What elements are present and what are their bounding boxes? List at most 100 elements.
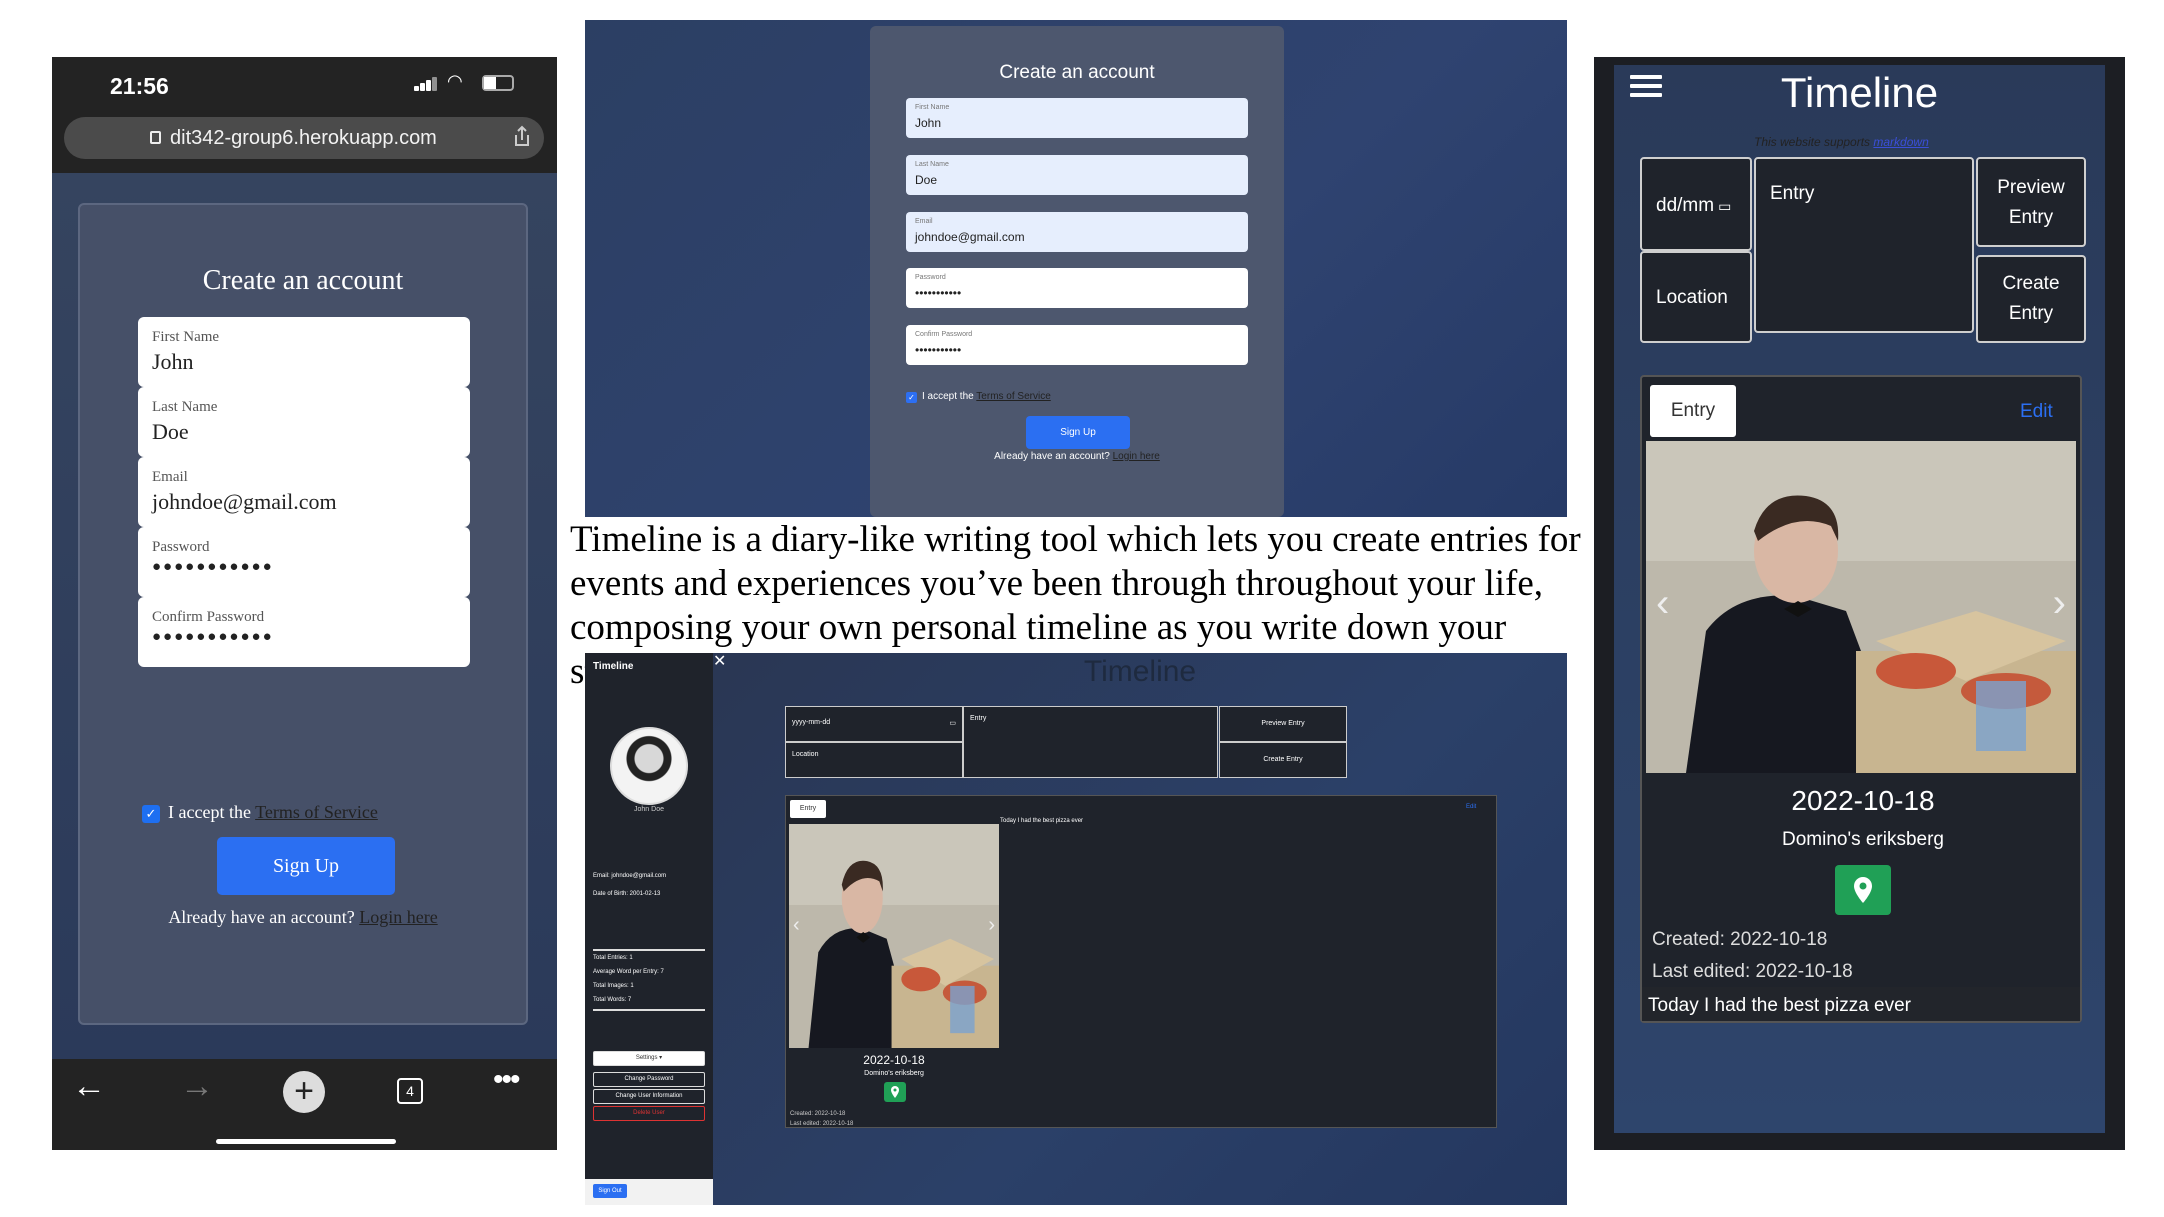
date-placeholder: dd/mm bbox=[1656, 195, 1715, 216]
terms-link[interactable]: Terms of Service bbox=[255, 802, 378, 822]
sidebar: Timeline John Doe Email: johndoe@gmail.c… bbox=[585, 653, 713, 1205]
first-name-field[interactable]: First Name John bbox=[906, 98, 1248, 138]
entry-location: Domino's eriksberg bbox=[1781, 829, 1945, 850]
last-name-field[interactable]: Last Name Doe bbox=[138, 387, 470, 457]
signup-card: Create an account First Name John Last Na… bbox=[78, 203, 528, 1025]
calendar-icon: ▭ bbox=[949, 720, 956, 727]
chevron-right-icon[interactable]: › bbox=[2053, 581, 2066, 626]
password-field[interactable]: Password ••••••••••• bbox=[906, 268, 1248, 308]
created-date: Created: 2022-10-18 bbox=[1652, 929, 1828, 950]
edited-date: Last edited: 2022-10-18 bbox=[1652, 961, 1853, 982]
chevron-left-icon[interactable]: ‹ bbox=[793, 914, 800, 937]
field-label: Last Name bbox=[152, 399, 218, 415]
date-input[interactable]: yyyy-mm-dd ▭ bbox=[785, 706, 963, 742]
wifi-icon: ◠ bbox=[447, 71, 463, 91]
entry-photo: ‹ › bbox=[789, 824, 999, 1048]
signal-icon bbox=[414, 77, 440, 91]
address-bar[interactable]: dit342-group6.herokuapp.com bbox=[64, 117, 544, 159]
confirm-password-field[interactable]: Confirm Password ●●●●●●●●●●● bbox=[138, 597, 470, 667]
email-field[interactable]: Email johndoe@gmail.com bbox=[138, 457, 470, 527]
field-label: First Name bbox=[152, 329, 220, 345]
timeline-page: Timeline This website supports markdown … bbox=[1614, 65, 2105, 1133]
create-entry-button[interactable]: Create Entry bbox=[1219, 742, 1347, 778]
terms-label: I accept the Terms of Service bbox=[922, 391, 1051, 402]
stat-total-images: Total Images: 1 bbox=[593, 983, 634, 989]
date-input[interactable]: dd/mm ▭ bbox=[1640, 157, 1752, 251]
plus-icon[interactable]: + bbox=[283, 1071, 325, 1113]
edited-date: Last edited: 2022-10-18 bbox=[790, 1121, 854, 1127]
page-title: Timeline bbox=[1083, 655, 1197, 688]
location-input[interactable]: Location bbox=[1640, 251, 1752, 343]
entry-text: Today I had the best pizza ever bbox=[1642, 987, 2080, 1021]
last-name-field[interactable]: Last Name Doe bbox=[906, 155, 1248, 195]
edit-link[interactable]: Edit bbox=[1466, 804, 1476, 810]
tabs-icon[interactable]: 4 bbox=[397, 1078, 423, 1104]
entry-card: Entry Edit ‹ › 2022-10-18 Domino's eriks… bbox=[785, 795, 1497, 1128]
signup-button[interactable]: Sign Up bbox=[1026, 416, 1130, 449]
first-name-field[interactable]: First Name John bbox=[138, 317, 470, 387]
email-field[interactable]: Email johndoe@gmail.com bbox=[906, 212, 1248, 252]
user-dob: Date of Birth: 2001-02-13 bbox=[593, 891, 661, 897]
browser-toolbar: ← → + 4 ••• bbox=[52, 1059, 557, 1150]
avatar bbox=[610, 727, 688, 805]
field-value: ●●●●●●●●●●● bbox=[152, 629, 274, 645]
signup-button[interactable]: Sign Up bbox=[217, 837, 395, 895]
signup-card: Create an account First Name John Last Na… bbox=[870, 26, 1284, 517]
confirm-password-field[interactable]: Confirm Password ••••••••••• bbox=[906, 325, 1248, 365]
more-icon[interactable]: ••• bbox=[493, 1063, 520, 1097]
settings-dropdown[interactable]: Settings ▾ bbox=[593, 1051, 705, 1066]
location-input[interactable]: Location bbox=[785, 742, 963, 778]
field-label: Confirm Password bbox=[915, 331, 973, 338]
chevron-left-icon[interactable]: ‹ bbox=[1656, 581, 1669, 626]
url-text: dit342-group6.herokuapp.com bbox=[170, 127, 437, 149]
change-user-info-button[interactable]: Change User Information bbox=[593, 1089, 705, 1104]
accept-text: I accept the bbox=[922, 391, 977, 402]
preview-entry-button[interactable]: Preview Entry bbox=[1219, 706, 1347, 742]
create-entry-button[interactable]: Create Entry bbox=[1976, 255, 2086, 343]
login-link[interactable]: Login here bbox=[359, 907, 437, 927]
divider bbox=[593, 1009, 705, 1011]
password-field[interactable]: Password ●●●●●●●●●●● bbox=[138, 527, 470, 597]
sidebar-title: Timeline bbox=[593, 661, 634, 672]
chevron-right-icon[interactable]: › bbox=[988, 914, 995, 937]
date-placeholder: yyyy-mm-dd bbox=[792, 719, 831, 726]
lock-icon bbox=[150, 131, 161, 144]
page-title: Timeline bbox=[1780, 69, 1939, 116]
phone-status-bar: 21:56 ◠ dit342-group6.herokuapp.com bbox=[52, 57, 557, 173]
back-icon[interactable]: ← bbox=[72, 1067, 106, 1106]
terms-checkbox[interactable]: ✓ bbox=[142, 805, 160, 823]
field-value: John bbox=[152, 349, 194, 374]
edit-link[interactable]: Edit bbox=[2020, 401, 2053, 423]
change-password-button[interactable]: Change Password bbox=[593, 1072, 705, 1087]
divider bbox=[593, 949, 705, 951]
preview-entry-button[interactable]: Preview Entry bbox=[1976, 157, 2086, 247]
signup-title: Create an account bbox=[202, 265, 404, 296]
status-time: 21:56 bbox=[110, 73, 169, 99]
delete-user-button[interactable]: Delete User bbox=[593, 1106, 705, 1121]
tab-entry[interactable]: Entry bbox=[790, 800, 826, 818]
field-label: Confirm Password bbox=[152, 609, 265, 625]
field-value: johndoe@gmail.com bbox=[152, 489, 337, 514]
field-value: Doe bbox=[915, 173, 938, 187]
entry-textarea[interactable]: Entry bbox=[963, 706, 1218, 778]
tab-count: 4 bbox=[406, 1083, 414, 1099]
markdown-link[interactable]: markdown bbox=[1873, 135, 1928, 149]
field-value: johndoe@gmail.com bbox=[915, 230, 1025, 244]
stat-total-words: Total Words: 7 bbox=[593, 997, 632, 1003]
entry-card: Entry Edit ‹ › 2022-10-18 Domino's eriks… bbox=[1640, 375, 2082, 1023]
entry-textarea[interactable]: Entry bbox=[1754, 157, 1974, 333]
forward-icon[interactable]: → bbox=[180, 1067, 214, 1106]
sign-out-button[interactable]: Sign Out bbox=[593, 1184, 627, 1198]
login-link[interactable]: Login here bbox=[1113, 451, 1160, 462]
accept-text: I accept the bbox=[168, 802, 256, 822]
map-pin-icon[interactable] bbox=[884, 1082, 906, 1102]
login-prompt: Already have an account? Login here bbox=[870, 451, 1284, 462]
tab-entry[interactable]: Entry bbox=[1650, 385, 1736, 437]
share-icon[interactable] bbox=[510, 125, 534, 149]
stat-total-entries: Total Entries: 1 bbox=[593, 955, 633, 961]
terms-link[interactable]: Terms of Service bbox=[976, 391, 1050, 402]
map-pin-icon[interactable] bbox=[1835, 865, 1891, 915]
terms-checkbox[interactable]: ✓ bbox=[906, 392, 917, 403]
calendar-icon: ▭ bbox=[1718, 198, 1732, 214]
entry-date: 2022-10-18 bbox=[1791, 785, 1935, 816]
